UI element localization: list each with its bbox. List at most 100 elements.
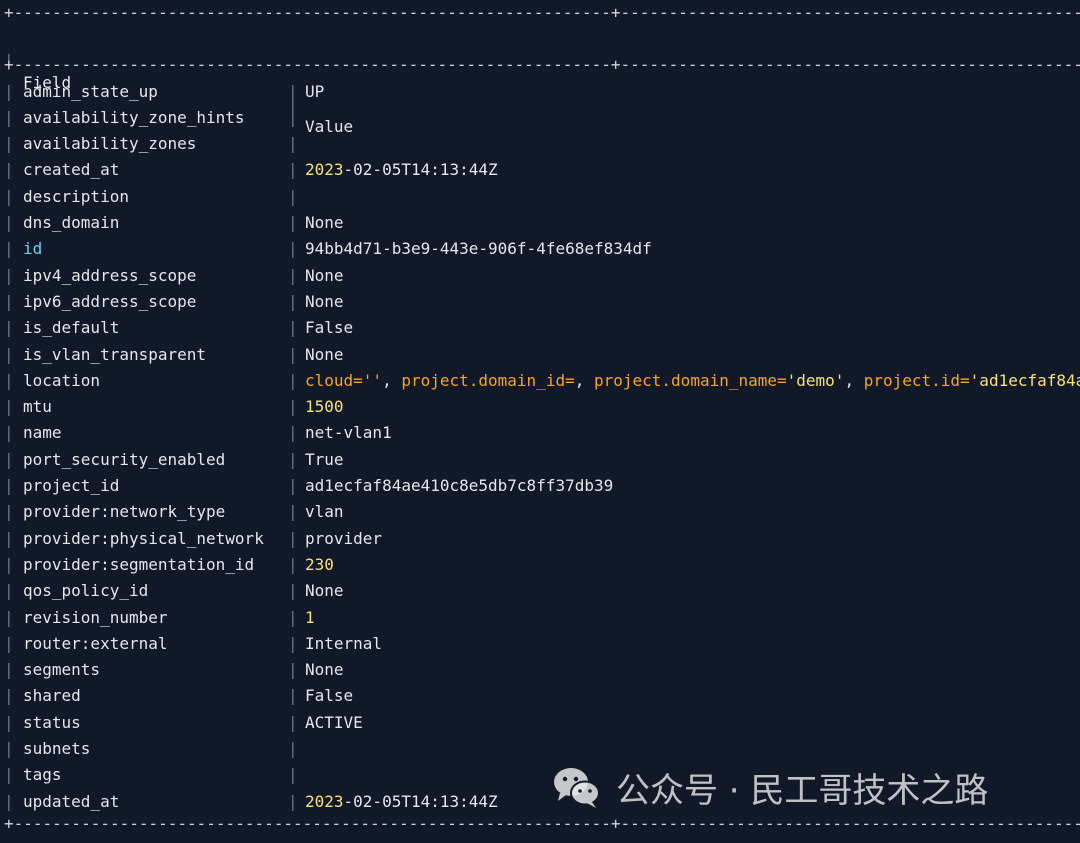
column-separator: | xyxy=(288,528,298,548)
column-separator: | xyxy=(4,291,14,311)
field-value: 2023-02-05T14:13:44Z xyxy=(305,159,498,181)
column-separator: | xyxy=(288,318,298,338)
field-name: subnets xyxy=(23,739,91,758)
column-separator: | xyxy=(4,554,14,574)
column-separator: | xyxy=(288,660,298,680)
value-token: provider xyxy=(305,528,383,548)
column-separator: | xyxy=(288,791,298,811)
column-separator: | xyxy=(4,502,14,522)
column-separator: | xyxy=(4,265,14,285)
value-token: vlan xyxy=(305,502,344,522)
column-separator: | xyxy=(4,160,14,180)
column-separator: | xyxy=(4,607,14,627)
field-name: router:external xyxy=(23,633,168,653)
field-name: ipv4_address_scope xyxy=(23,265,197,285)
field-value: None xyxy=(305,344,344,366)
field-value: 1 xyxy=(305,607,315,629)
column-separator: | xyxy=(288,186,298,206)
column-separator: | xyxy=(4,423,14,443)
value-token: -02-05T14:13:44Z xyxy=(343,160,498,180)
column-separator: | xyxy=(4,186,14,206)
column-separator: | xyxy=(4,134,14,154)
field-value: True xyxy=(305,449,344,471)
column-separator: | xyxy=(288,607,298,627)
column-separator: | xyxy=(288,239,298,259)
column-separator: | xyxy=(4,449,14,469)
field-name: revision_number xyxy=(23,607,168,627)
field-name: qos_policy_id xyxy=(23,581,149,601)
field-value: vlan xyxy=(305,501,344,523)
value-token: 'ad1ecfaf84ae410c8e5db7c8ff37db39' xyxy=(969,370,1080,390)
value-token: 94bb4d71-b3e9-443e-906f-4fe68ef834df xyxy=(305,239,652,259)
field-name: updated_at xyxy=(23,791,120,811)
column-separator: | xyxy=(288,502,298,522)
column-separator: | xyxy=(288,265,298,285)
value-token: False xyxy=(305,318,354,338)
field-name: provider:network_type xyxy=(23,502,226,522)
column-separator: | xyxy=(4,712,14,732)
field-value: 230 xyxy=(305,554,334,576)
value-token: 'demo' xyxy=(786,370,845,390)
value-token: cloud= xyxy=(305,370,363,390)
field-value: None xyxy=(305,265,344,287)
field-value: None xyxy=(305,291,344,313)
field-value: cloud='', project.domain_id=, project.do… xyxy=(305,370,1080,392)
value-token: None xyxy=(305,581,344,601)
column-separator: | xyxy=(288,397,298,417)
value-token: True xyxy=(305,449,344,469)
field-value: ad1ecfaf84ae410c8e5db7c8ff37db39 xyxy=(305,475,613,497)
column-separator: | xyxy=(288,160,298,180)
column-separator: | xyxy=(288,291,298,311)
value-token: ACTIVE xyxy=(305,712,363,732)
field-value: UP xyxy=(305,81,324,103)
value-token: '' xyxy=(362,370,383,390)
field-name: port_security_enabled xyxy=(23,449,226,469)
column-separator: | xyxy=(4,791,14,811)
field-name: availability_zone_hints xyxy=(23,107,245,127)
table-border-top: +---------------------------------------… xyxy=(4,3,1080,22)
column-separator: | xyxy=(4,633,14,653)
column-separator: | xyxy=(4,528,14,548)
column-separator: | xyxy=(4,765,14,785)
column-separator: | xyxy=(4,397,14,417)
field-name: project_id xyxy=(23,476,120,495)
value-token: , xyxy=(574,370,594,390)
column-separator: | xyxy=(4,660,14,680)
field-name: description xyxy=(23,186,129,206)
field-name: shared xyxy=(23,686,81,706)
value-token: , xyxy=(844,370,864,390)
field-name: is_vlan_transparent xyxy=(23,344,207,364)
column-separator: | xyxy=(4,344,14,364)
field-name: ipv6_address_scope xyxy=(23,291,197,311)
field-name: status xyxy=(23,712,81,732)
field-name: location xyxy=(23,370,101,390)
value-token: project.domain_name= xyxy=(593,370,787,390)
field-value: None xyxy=(305,212,344,234)
field-value: net-vlan1 xyxy=(305,422,392,444)
column-separator: | xyxy=(288,476,298,495)
field-name: name xyxy=(23,423,62,443)
value-token: None xyxy=(305,344,344,364)
column-separator: | xyxy=(288,554,298,574)
value-token: project.domain_id= xyxy=(401,370,575,390)
column-separator: | xyxy=(4,686,14,706)
value-token: -02-05T14:13:44Z xyxy=(343,791,498,811)
column-separator: | xyxy=(288,449,298,469)
column-separator: | xyxy=(4,81,14,101)
column-separator: | xyxy=(288,81,298,101)
field-name: tags xyxy=(23,765,62,785)
value-column-header: Value xyxy=(305,117,354,136)
watermark-text: 公众号 · 民工哥技术之路 xyxy=(616,770,989,811)
column-separator: | xyxy=(4,581,14,601)
field-name: admin_state_up xyxy=(23,81,158,101)
watermark: 公众号 · 民工哥技术之路 xyxy=(552,762,988,812)
terminal-output: +---------------------------------------… xyxy=(4,0,1080,843)
column-separator: | xyxy=(288,370,298,390)
field-name: provider:segmentation_id xyxy=(23,554,255,574)
table-header-row: | Field | Value xyxy=(4,28,353,136)
field-value: provider xyxy=(305,528,382,550)
column-separator: | xyxy=(288,581,298,601)
column-separator: | xyxy=(288,765,298,785)
value-token: None xyxy=(305,265,344,285)
column-separator: | xyxy=(288,213,298,232)
